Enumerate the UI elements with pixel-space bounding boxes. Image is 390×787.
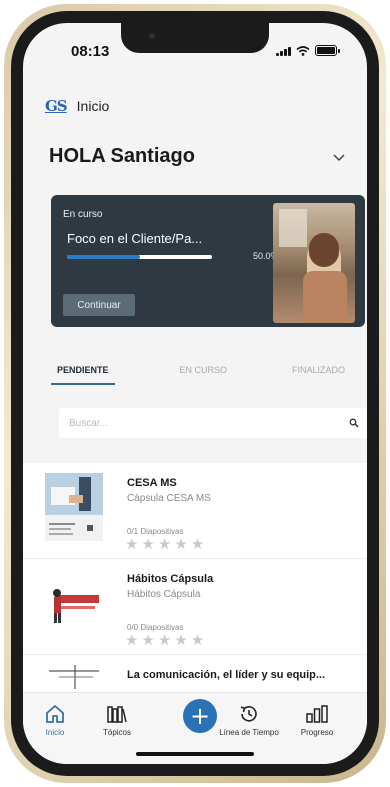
star-icon: ★ xyxy=(157,536,172,553)
books-icon xyxy=(107,706,127,723)
star-icon: ★ xyxy=(125,536,139,553)
tab-bar-linea-de-tiempo[interactable]: Línea de Tiempo xyxy=(219,703,279,737)
item-count: 0/1 Diapositivas xyxy=(127,527,184,536)
status-tabs: PENDIENTE EN CURSO FINALIZADO xyxy=(51,365,345,385)
rating-stars: ★ ★ ★ ★ ★ xyxy=(125,633,204,648)
bar-chart-icon xyxy=(306,705,328,723)
course-list: CESA MS Cápsula CESA MS 0/1 Diapositivas… xyxy=(23,463,367,701)
greeting: HOLA Santiago xyxy=(49,145,195,167)
item-title: Hábitos Cápsula xyxy=(127,573,214,585)
tab-bar-label: Línea de Tiempo xyxy=(219,728,279,737)
tab-pendiente[interactable]: PENDIENTE xyxy=(51,365,115,385)
logo-icon: GS xyxy=(45,97,68,115)
tab-bar-label: Progreso xyxy=(300,728,334,737)
status-time: 08:13 xyxy=(71,43,110,60)
list-item[interactable]: Hábitos Cápsula Hábitos Cápsula 0/0 Diap… xyxy=(23,559,367,655)
bottom-tab-bar: Inicio Tópicos + Línea de Tiempo Progres… xyxy=(23,692,367,764)
star-icon: ★ xyxy=(141,632,155,649)
add-button[interactable]: + xyxy=(183,699,217,733)
tab-bar-label: Tópicos xyxy=(102,728,131,737)
star-icon: ★ xyxy=(141,536,155,553)
status-icons xyxy=(276,45,340,56)
tab-bar-label: Inicio xyxy=(45,728,65,737)
course-thumbnail xyxy=(273,203,355,323)
star-icon: ★ xyxy=(157,632,172,649)
item-thumbnail xyxy=(45,569,103,637)
history-icon xyxy=(240,706,257,722)
search-icon[interactable] xyxy=(349,418,359,428)
header-title: Inicio xyxy=(76,98,110,114)
current-course-card[interactable]: En curso Foco en el Cliente/Pa... 50.0% … xyxy=(51,195,365,327)
star-icon: ★ xyxy=(190,632,205,649)
course-progress-bar xyxy=(67,255,212,259)
tab-finalizado[interactable]: FINALIZADO xyxy=(292,365,345,385)
continue-button[interactable]: Continuar xyxy=(63,294,135,316)
camera-icon xyxy=(149,33,155,39)
signal-icon xyxy=(276,46,291,56)
rating-stars: ★ ★ ★ ★ ★ xyxy=(125,537,204,552)
item-thumbnail xyxy=(45,473,103,541)
item-subtitle: Cápsula CESA MS xyxy=(127,493,211,504)
item-title: La comunicación, el líder y su equip... xyxy=(127,669,326,681)
search-box xyxy=(59,408,367,438)
phone-frame: 08:13 GS Inicio HOLA Santiago En curso F… xyxy=(4,4,386,783)
tab-bar-inicio[interactable]: Inicio xyxy=(25,703,85,737)
tab-bar-progreso[interactable]: Progreso xyxy=(287,703,347,737)
wifi-icon xyxy=(296,45,310,56)
chevron-down-icon[interactable] xyxy=(333,151,345,163)
course-title: Foco en el Cliente/Pa... xyxy=(67,231,203,246)
tab-en-curso[interactable]: EN CURSO xyxy=(179,365,227,385)
star-icon: ★ xyxy=(174,536,188,553)
star-icon: ★ xyxy=(125,632,139,649)
course-status: En curso xyxy=(63,209,103,220)
item-count: 0/0 Diapositivas xyxy=(127,623,184,632)
screen: 08:13 GS Inicio HOLA Santiago En curso F… xyxy=(23,23,367,764)
item-subtitle: Hábitos Cápsula xyxy=(127,589,201,600)
tab-bar-topicos[interactable]: Tópicos xyxy=(87,703,147,737)
star-icon: ★ xyxy=(190,536,205,553)
home-indicator xyxy=(136,752,254,756)
search-input[interactable] xyxy=(69,417,349,429)
progress-fill xyxy=(67,255,140,259)
greeting-row[interactable]: HOLA Santiago xyxy=(49,145,345,168)
app-header: GS Inicio xyxy=(45,93,345,119)
star-icon: ★ xyxy=(174,632,188,649)
phone-bezel: 08:13 GS Inicio HOLA Santiago En curso F… xyxy=(11,11,379,776)
home-icon xyxy=(46,705,64,723)
item-title: CESA MS xyxy=(127,477,177,489)
battery-icon xyxy=(315,45,340,56)
list-item[interactable]: CESA MS Cápsula CESA MS 0/1 Diapositivas… xyxy=(23,463,367,559)
notch xyxy=(121,23,269,53)
